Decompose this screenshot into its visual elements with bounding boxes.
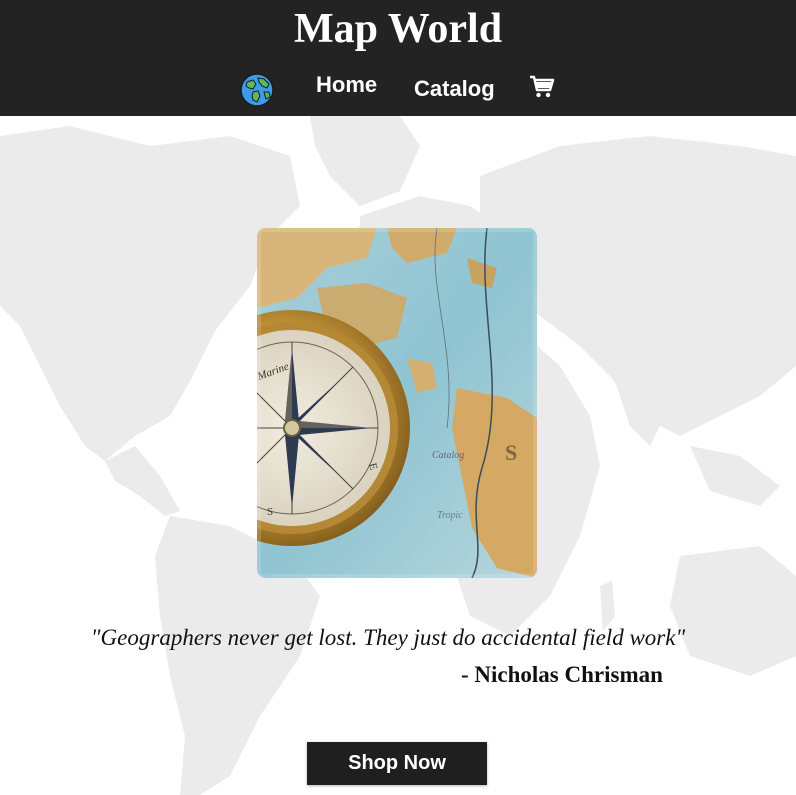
compass-on-map-photo: Catalog Tropic S E Marine S — [257, 228, 537, 578]
globe-icon[interactable] — [239, 72, 275, 108]
site-header: Map World Home Catalog — [0, 0, 796, 116]
nav-catalog-link[interactable]: Catalog — [414, 75, 495, 103]
main-nav: Home Catalog — [0, 68, 796, 110]
svg-text:S: S — [505, 440, 517, 465]
cart-icon[interactable] — [529, 74, 555, 100]
quote-body: "Geographers never get lost. They just d… — [90, 625, 686, 650]
nav-home-link[interactable]: Home — [316, 71, 377, 99]
quote-text: "Geographers never get lost. They just d… — [0, 625, 776, 651]
shop-now-button[interactable]: Shop Now — [307, 742, 487, 785]
svg-text:Tropic: Tropic — [437, 510, 463, 521]
svg-text:S: S — [267, 506, 273, 518]
site-title: Map World — [293, 6, 503, 52]
svg-text:Catalog: Catalog — [432, 450, 464, 461]
quote-author: - Nicholas Chrisman — [461, 662, 663, 687]
hero-image: Catalog Tropic S E Marine S — [257, 228, 537, 578]
